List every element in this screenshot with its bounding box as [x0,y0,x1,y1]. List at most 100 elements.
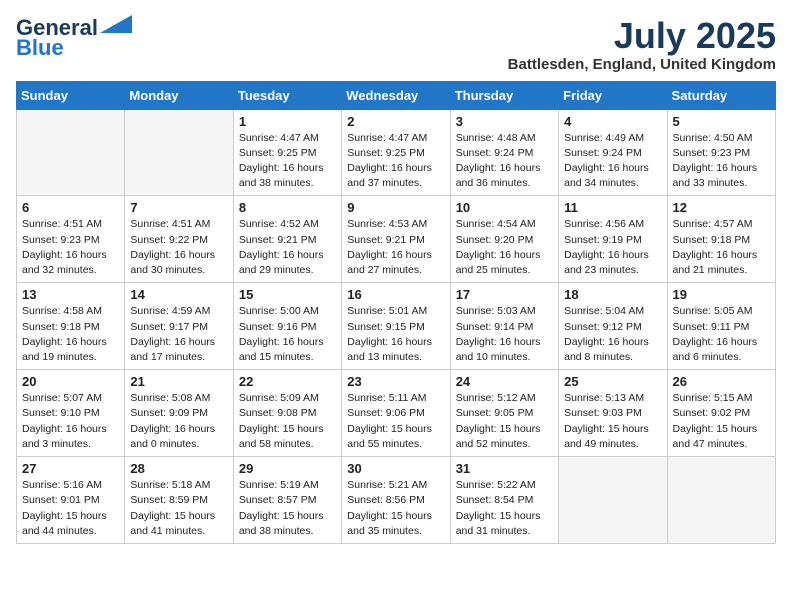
day-number: 23 [347,374,444,389]
calendar-cell: 4Sunrise: 4:49 AM Sunset: 9:24 PM Daylig… [559,109,667,196]
day-info: Sunrise: 5:22 AM Sunset: 8:54 PM Dayligh… [456,478,553,539]
day-info: Sunrise: 4:48 AM Sunset: 9:24 PM Dayligh… [456,131,553,192]
day-info: Sunrise: 5:19 AM Sunset: 8:57 PM Dayligh… [239,478,336,539]
day-number: 27 [22,461,119,476]
calendar-cell: 11Sunrise: 4:56 AM Sunset: 9:19 PM Dayli… [559,196,667,283]
calendar-cell: 25 Sunrise: 5:13 AM Sunset: 9:03 PM Dayli… [559,370,667,457]
calendar-table: SundayMondayTuesdayWednesdayThursdayFrid… [16,81,776,544]
calendar-cell [667,457,775,544]
day-number: 28 [130,461,227,476]
calendar-cell: 30 Sunrise: 5:21 AM Sunset: 8:56 PM Dayli… [342,457,450,544]
weekday-header: Saturday [667,81,775,109]
day-info: Sunrise: 4:52 AM Sunset: 9:21 PM Dayligh… [239,217,336,278]
calendar-cell: 1 Sunrise: 4:47 AM Sunset: 9:25 PM Daylig… [233,109,341,196]
calendar-cell: 21 Sunrise: 5:08 AM Sunset: 9:09 PM Dayli… [125,370,233,457]
calendar-week-row: 20 Sunrise: 5:07 AM Sunset: 9:10 PM Dayli… [17,370,776,457]
day-number: 25 [564,374,661,389]
calendar-cell: 24 Sunrise: 5:12 AM Sunset: 9:05 PM Dayli… [450,370,558,457]
logo-blue-text: Blue [16,36,64,60]
day-info: Sunrise: 5:13 AM Sunset: 9:03 PM Dayligh… [564,391,661,452]
calendar-cell: 28 Sunrise: 5:18 AM Sunset: 8:59 PM Dayli… [125,457,233,544]
calendar-cell: 26Sunrise: 5:15 AM Sunset: 9:02 PM Dayli… [667,370,775,457]
day-info: Sunrise: 4:47 AM Sunset: 9:25 PM Dayligh… [239,131,336,192]
calendar-cell: 8 Sunrise: 4:52 AM Sunset: 9:21 PM Daylig… [233,196,341,283]
calendar-cell: 23 Sunrise: 5:11 AM Sunset: 9:06 PM Dayli… [342,370,450,457]
day-number: 29 [239,461,336,476]
day-number: 1 [239,114,336,129]
day-number: 3 [456,114,553,129]
calendar-cell: 10Sunrise: 4:54 AM Sunset: 9:20 PM Dayli… [450,196,558,283]
day-number: 24 [456,374,553,389]
day-number: 13 [22,287,119,302]
calendar-cell: 16 Sunrise: 5:01 AM Sunset: 9:15 PM Dayli… [342,283,450,370]
day-number: 15 [239,287,336,302]
calendar-week-row: 1 Sunrise: 4:47 AM Sunset: 9:25 PM Daylig… [17,109,776,196]
calendar-cell: 20 Sunrise: 5:07 AM Sunset: 9:10 PM Dayli… [17,370,125,457]
calendar-cell: 5 Sunrise: 4:50 AM Sunset: 9:23 PM Daylig… [667,109,775,196]
day-number: 12 [673,200,770,215]
day-number: 6 [22,200,119,215]
day-number: 2 [347,114,444,129]
calendar-cell [559,457,667,544]
day-info: Sunrise: 5:16 AM Sunset: 9:01 PM Dayligh… [22,478,119,539]
calendar-cell: 13 Sunrise: 4:58 AM Sunset: 9:18 PM Dayli… [17,283,125,370]
calendar-cell [17,109,125,196]
day-info: Sunrise: 5:12 AM Sunset: 9:05 PM Dayligh… [456,391,553,452]
day-info: Sunrise: 5:05 AM Sunset: 9:11 PM Dayligh… [673,304,770,365]
weekday-header: Wednesday [342,81,450,109]
calendar-week-row: 27 Sunrise: 5:16 AM Sunset: 9:01 PM Dayli… [17,457,776,544]
day-info: Sunrise: 5:08 AM Sunset: 9:09 PM Dayligh… [130,391,227,452]
calendar-cell: 31Sunrise: 5:22 AM Sunset: 8:54 PM Dayli… [450,457,558,544]
day-info: Sunrise: 5:03 AM Sunset: 9:14 PM Dayligh… [456,304,553,365]
calendar-cell: 18Sunrise: 5:04 AM Sunset: 9:12 PM Dayli… [559,283,667,370]
title-block: July 2025 Battlesden, England, United Ki… [508,16,776,73]
day-number: 19 [673,287,770,302]
day-number: 17 [456,287,553,302]
calendar-cell: 27 Sunrise: 5:16 AM Sunset: 9:01 PM Dayli… [17,457,125,544]
day-info: Sunrise: 4:56 AM Sunset: 9:19 PM Dayligh… [564,217,661,278]
weekday-header: Thursday [450,81,558,109]
day-number: 22 [239,374,336,389]
weekday-header: Friday [559,81,667,109]
calendar-cell: 12 Sunrise: 4:57 AM Sunset: 9:18 PM Dayli… [667,196,775,283]
day-info: Sunrise: 5:07 AM Sunset: 9:10 PM Dayligh… [22,391,119,452]
day-number: 20 [22,374,119,389]
day-info: Sunrise: 4:54 AM Sunset: 9:20 PM Dayligh… [456,217,553,278]
page-header: General Blue July 2025 Battlesden, Engla… [16,16,776,73]
day-info: Sunrise: 5:01 AM Sunset: 9:15 PM Dayligh… [347,304,444,365]
day-info: Sunrise: 4:58 AM Sunset: 9:18 PM Dayligh… [22,304,119,365]
calendar-cell: 29 Sunrise: 5:19 AM Sunset: 8:57 PM Dayli… [233,457,341,544]
day-info: Sunrise: 5:09 AM Sunset: 9:08 PM Dayligh… [239,391,336,452]
logo: General Blue [16,16,132,60]
day-number: 8 [239,200,336,215]
calendar-cell: 22 Sunrise: 5:09 AM Sunset: 9:08 PM Dayli… [233,370,341,457]
day-number: 7 [130,200,227,215]
weekday-header: Tuesday [233,81,341,109]
day-number: 9 [347,200,444,215]
day-info: Sunrise: 4:53 AM Sunset: 9:21 PM Dayligh… [347,217,444,278]
weekday-header-row: SundayMondayTuesdayWednesdayThursdayFrid… [17,81,776,109]
day-info: Sunrise: 5:21 AM Sunset: 8:56 PM Dayligh… [347,478,444,539]
calendar-cell: 9 Sunrise: 4:53 AM Sunset: 9:21 PM Daylig… [342,196,450,283]
calendar-cell: 7 Sunrise: 4:51 AM Sunset: 9:22 PM Daylig… [125,196,233,283]
day-info: Sunrise: 4:50 AM Sunset: 9:23 PM Dayligh… [673,131,770,192]
day-number: 30 [347,461,444,476]
day-number: 18 [564,287,661,302]
day-info: Sunrise: 5:11 AM Sunset: 9:06 PM Dayligh… [347,391,444,452]
month-year-title: July 2025 [508,16,776,56]
day-number: 5 [673,114,770,129]
day-number: 21 [130,374,227,389]
day-info: Sunrise: 4:47 AM Sunset: 9:25 PM Dayligh… [347,131,444,192]
day-number: 16 [347,287,444,302]
day-info: Sunrise: 4:51 AM Sunset: 9:22 PM Dayligh… [130,217,227,278]
calendar-cell: 3 Sunrise: 4:48 AM Sunset: 9:24 PM Daylig… [450,109,558,196]
location-text: Battlesden, England, United Kingdom [508,56,776,73]
logo-icon [100,15,132,33]
weekday-header: Sunday [17,81,125,109]
calendar-cell: 6Sunrise: 4:51 AM Sunset: 9:23 PM Daylig… [17,196,125,283]
day-number: 4 [564,114,661,129]
day-number: 26 [673,374,770,389]
day-info: Sunrise: 5:18 AM Sunset: 8:59 PM Dayligh… [130,478,227,539]
day-info: Sunrise: 4:59 AM Sunset: 9:17 PM Dayligh… [130,304,227,365]
day-info: Sunrise: 4:57 AM Sunset: 9:18 PM Dayligh… [673,217,770,278]
